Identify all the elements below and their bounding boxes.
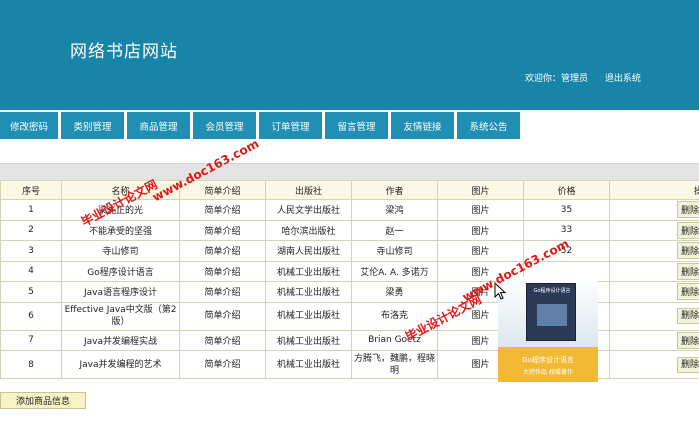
col-header-price: 价格 xyxy=(523,180,610,200)
cell-publisher: 人民文学出版社 xyxy=(265,199,352,221)
cell-author: 梁勇 xyxy=(351,281,438,303)
col-header-no: 序号 xyxy=(0,180,62,200)
cell-price: 35 xyxy=(523,199,610,221)
table-row: 2 不能承受的坚强 简单介绍 哈尔滨出版社 赵一 图片 33 删除 xyxy=(0,219,699,241)
tab-product-management[interactable]: 商品管理 xyxy=(127,112,190,139)
cell-no: 6 xyxy=(0,301,62,331)
col-header-intro: 简单介绍 xyxy=(179,180,266,200)
delete-button[interactable]: 删除 xyxy=(676,242,699,260)
tab-change-password[interactable]: 修改密码 xyxy=(0,112,58,139)
cell-action: 删除 xyxy=(609,199,699,221)
logout-link[interactable]: 退出系统 xyxy=(605,74,641,84)
cell-action: 删除 xyxy=(609,219,699,241)
cell-publisher: 机械工业出版社 xyxy=(265,350,352,379)
cell-no: 7 xyxy=(0,329,62,351)
cell-author: 方腾飞，魏鹏，程晓明 xyxy=(351,350,438,379)
tab-system-notice[interactable]: 系统公告 xyxy=(457,112,520,139)
cell-name: Java语言程序设计 xyxy=(61,281,180,303)
cover-banner-subtitle: 大师作品 权威著作 xyxy=(523,369,573,376)
cell-name: Java并发编程实战 xyxy=(61,329,180,351)
cell-no: 1 xyxy=(0,199,62,221)
delete-button[interactable]: 删除 xyxy=(676,283,699,301)
cell-image[interactable]: 图片 xyxy=(437,240,524,262)
tab-member-management[interactable]: 会员管理 xyxy=(193,112,256,139)
header: 网络书店网站 欢迎你：管理员 退出系统 xyxy=(0,0,699,110)
main-nav: 修改密码 类别管理 商品管理 会员管理 订单管理 留言管理 友情链接 系统公告 xyxy=(0,112,523,139)
tab-friend-links[interactable]: 友情链接 xyxy=(391,112,454,139)
cell-name: 不能承受的坚强 xyxy=(61,219,180,241)
cell-author: 寺山修司 xyxy=(351,240,438,262)
col-header-author: 作者 xyxy=(351,180,438,200)
cell-image[interactable]: 图片 xyxy=(437,219,524,241)
delete-button[interactable]: 删除 xyxy=(676,356,699,373)
cell-action: 删除 xyxy=(609,260,699,282)
user-welcome-bar: 欢迎你：管理员 退出系统 xyxy=(525,71,655,84)
cell-no: 4 xyxy=(0,260,62,282)
cell-author: 艾伦A. A. 多诺万 xyxy=(351,260,438,282)
cover-top-area: Go程序设计语言 xyxy=(498,277,598,347)
col-header-image: 图片 xyxy=(437,180,524,200)
cell-intro[interactable]: 简单介绍 xyxy=(179,199,266,221)
site-title: 网络书店网站 xyxy=(70,42,178,62)
welcome-text: 欢迎你：管理员 xyxy=(525,74,589,84)
book-cover-preview: Go程序设计语言 Go程序设计语言 大师作品 权威著作 xyxy=(498,277,598,382)
delete-button[interactable]: 删除 xyxy=(676,331,699,349)
tab-order-management[interactable]: 订单管理 xyxy=(259,112,322,139)
cell-name: 寺山修司 xyxy=(61,240,180,262)
cell-no: 2 xyxy=(0,219,62,241)
cover-banner: Go程序设计语言 大师作品 权威著作 xyxy=(498,347,598,382)
cell-action: 删除 xyxy=(609,329,699,351)
delete-button[interactable]: 删除 xyxy=(676,201,699,219)
cell-intro[interactable]: 简单介绍 xyxy=(179,329,266,351)
table-row: 1 梁光正的光 简单介绍 人民文学出版社 梁鸿 图片 35 删除 xyxy=(0,199,699,221)
cell-no: 8 xyxy=(0,350,62,379)
cell-publisher: 机械工业出版社 xyxy=(265,260,352,282)
delete-button[interactable]: 删除 xyxy=(676,262,699,280)
cell-author: Brian Goetz xyxy=(351,329,438,351)
cell-author: 梁鸿 xyxy=(351,199,438,221)
cell-publisher: 机械工业出版社 xyxy=(265,329,352,351)
book-cover-image: Go程序设计语言 xyxy=(526,283,576,341)
content-title-band xyxy=(0,163,699,180)
cell-intro[interactable]: 简单介绍 xyxy=(179,240,266,262)
cell-publisher: 哈尔滨出版社 xyxy=(265,219,352,241)
col-header-publisher: 出版社 xyxy=(265,180,352,200)
table-row: 3 寺山修司 简单介绍 湖南人民出版社 寺山修司 图片 52 删除 xyxy=(0,240,699,262)
cell-publisher: 机械工业出版社 xyxy=(265,301,352,331)
cell-action: 删除 xyxy=(609,281,699,303)
cell-author: 布洛克 xyxy=(351,301,438,331)
cell-no: 3 xyxy=(0,240,62,262)
delete-button[interactable]: 删除 xyxy=(676,221,699,239)
mouse-pointer-icon xyxy=(494,282,506,300)
cell-intro[interactable]: 简单介绍 xyxy=(179,219,266,241)
cell-publisher: 湖南人民出版社 xyxy=(265,240,352,262)
cell-intro[interactable]: 简单介绍 xyxy=(179,301,266,331)
tab-category-management[interactable]: 类别管理 xyxy=(61,112,124,139)
cell-publisher: 机械工业出版社 xyxy=(265,281,352,303)
cover-banner-title: Go程序设计语言 xyxy=(522,356,574,364)
cell-image[interactable]: 图片 xyxy=(437,199,524,221)
table-header-row: 序号 名称 简单介绍 出版社 作者 图片 价格 操 xyxy=(0,180,699,200)
cell-name: Java并发编程的艺术 xyxy=(61,350,180,379)
cell-name: Go程序设计语言 xyxy=(61,260,180,282)
cell-name: 梁光正的光 xyxy=(61,199,180,221)
cover-book-title: Go程序设计语言 xyxy=(533,288,571,294)
delete-button[interactable]: 删除 xyxy=(676,308,699,324)
cell-no: 5 xyxy=(0,281,62,303)
cell-action: 删除 xyxy=(609,350,699,379)
cell-author: 赵一 xyxy=(351,219,438,241)
cell-intro[interactable]: 简单介绍 xyxy=(179,281,266,303)
cell-action: 删除 xyxy=(609,240,699,262)
cell-intro[interactable]: 简单介绍 xyxy=(179,260,266,282)
add-product-button[interactable]: 添加商品信息 xyxy=(0,392,86,409)
cell-price: 52 xyxy=(523,240,610,262)
col-header-name: 名称 xyxy=(61,180,180,200)
cover-book-illustration xyxy=(537,304,567,326)
cell-price: 33 xyxy=(523,219,610,241)
cell-intro[interactable]: 简单介绍 xyxy=(179,350,266,379)
cell-name: Effective Java中文版（第2版） xyxy=(61,301,180,331)
col-header-action: 操 xyxy=(609,180,699,200)
cell-action: 删除 xyxy=(609,301,699,331)
tab-message-management[interactable]: 留言管理 xyxy=(325,112,388,139)
